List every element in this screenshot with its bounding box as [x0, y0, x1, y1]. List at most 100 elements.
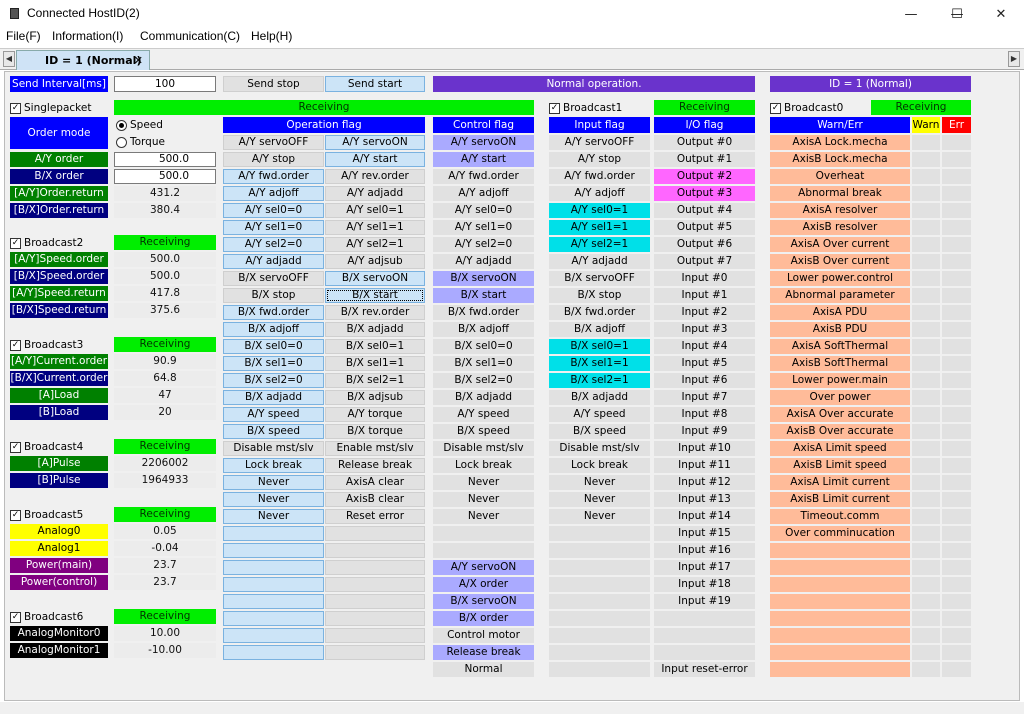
- broadcast6-row-label: AnalogMonitor1: [10, 643, 108, 658]
- tab-close-icon[interactable]: ✕: [134, 51, 143, 70]
- singlepacket-checkbox[interactable]: ✓ Singlepacket: [10, 102, 91, 114]
- broadcast4-checkbox[interactable]: ✓ Broadcast4: [10, 441, 83, 453]
- control-flag-cell: A/Y speed: [433, 407, 534, 422]
- operation-flag-button[interactable]: [325, 628, 425, 643]
- operation-flag-button[interactable]: A/Y adjoff: [223, 186, 324, 201]
- operation-flag-button[interactable]: [223, 543, 324, 558]
- operation-flag-button[interactable]: [223, 594, 324, 609]
- warn-err-cell: [770, 560, 910, 575]
- menu-help[interactable]: Help(H): [251, 28, 292, 44]
- operation-flag-button[interactable]: Reset error: [325, 509, 425, 524]
- operation-flag-button[interactable]: B/X rev.order: [325, 305, 425, 320]
- broadcast3-checkbox[interactable]: ✓ Broadcast3: [10, 339, 83, 351]
- minimize-button-2[interactable]: —: [888, 0, 934, 28]
- operation-flag-button[interactable]: A/Y sel0=0: [223, 203, 324, 218]
- operation-flag-button[interactable]: A/Y sel1=1: [325, 220, 425, 235]
- operation-flag-button[interactable]: B/X sel1=1: [325, 356, 425, 371]
- operation-flag-button[interactable]: B/X sel0=0: [223, 339, 324, 354]
- menu-file[interactable]: File(F): [6, 28, 41, 44]
- operation-flag-button[interactable]: B/X start: [325, 288, 425, 303]
- operation-flag-button[interactable]: A/Y sel0=1: [325, 203, 425, 218]
- send-interval-input[interactable]: 100: [114, 76, 216, 92]
- operation-flag-button[interactable]: B/X sel2=0: [223, 373, 324, 388]
- operation-flag-button[interactable]: A/Y adjadd: [223, 254, 324, 269]
- operation-flag-button[interactable]: Disable mst/slv: [223, 441, 324, 456]
- operation-flag-button[interactable]: A/Y fwd.order: [223, 169, 324, 184]
- tab-scroll-right-icon[interactable]: ▶: [1008, 51, 1020, 67]
- operation-flag-button[interactable]: B/X adjsub: [325, 390, 425, 405]
- operation-flag-button[interactable]: B/X servoON: [325, 271, 425, 286]
- order-input[interactable]: 500.0: [114, 169, 216, 184]
- operation-flag-button[interactable]: A/Y rev.order: [325, 169, 425, 184]
- operation-flag-button[interactable]: [325, 543, 425, 558]
- operation-flag-button[interactable]: A/Y servoOFF: [223, 135, 324, 150]
- operation-flag-button[interactable]: Release break: [325, 458, 425, 473]
- operation-flag-button[interactable]: Never: [223, 509, 324, 524]
- broadcast2-checkbox[interactable]: ✓ Broadcast2: [10, 237, 83, 249]
- operation-flag-button[interactable]: A/Y torque: [325, 407, 425, 422]
- operation-flag-button[interactable]: A/Y sel1=0: [223, 220, 324, 235]
- operation-flag-button[interactable]: B/X sel1=0: [223, 356, 324, 371]
- operation-flag-button[interactable]: A/Y servoON: [325, 135, 425, 150]
- broadcast5-receiving: Receiving: [114, 507, 216, 522]
- control-flag-cell: B/X order: [433, 611, 534, 626]
- broadcast5-checkbox[interactable]: ✓ Broadcast5: [10, 509, 83, 521]
- broadcast0-checkbox[interactable]: ✓ Broadcast0: [770, 102, 843, 114]
- send-start-button[interactable]: Send start: [325, 76, 425, 92]
- menu-information[interactable]: Information(I): [52, 28, 123, 44]
- maximize-button[interactable]: ☐: [934, 0, 980, 28]
- tab-scroll-left-icon[interactable]: ◀: [3, 51, 15, 67]
- operation-flag-button[interactable]: [223, 611, 324, 626]
- operation-flag-button[interactable]: [325, 577, 425, 592]
- broadcast4-row-label: [A]Pulse: [10, 456, 108, 471]
- broadcast6-checkbox[interactable]: ✓ Broadcast6: [10, 611, 83, 623]
- tab-id1[interactable]: ID = 1 (Normal) ✕: [16, 50, 150, 70]
- operation-flag-button[interactable]: Lock break: [223, 458, 324, 473]
- operation-flag-button[interactable]: [325, 594, 425, 609]
- operation-flag-button[interactable]: Never: [223, 492, 324, 507]
- operation-flag-button[interactable]: B/X fwd.order: [223, 305, 324, 320]
- operation-flag-button[interactable]: AxisA clear: [325, 475, 425, 490]
- send-stop-button[interactable]: Send stop: [223, 76, 324, 92]
- operation-flag-button[interactable]: [325, 645, 425, 660]
- operation-flag-button[interactable]: A/Y adjsub: [325, 254, 425, 269]
- operation-flag-button[interactable]: B/X sel0=1: [325, 339, 425, 354]
- operation-flag-button[interactable]: Never: [223, 475, 324, 490]
- operation-flag-button[interactable]: B/X servoOFF: [223, 271, 324, 286]
- speed-radio[interactable]: Speed: [116, 119, 163, 131]
- close-window-button[interactable]: ✕: [978, 0, 1024, 28]
- operation-flag-button[interactable]: B/X adjadd: [223, 390, 324, 405]
- operation-flag-button[interactable]: Enable mst/slv: [325, 441, 425, 456]
- operation-flag-button[interactable]: B/X adjoff: [223, 322, 324, 337]
- operation-flag-button[interactable]: A/Y sel2=0: [223, 237, 324, 252]
- input-flag-cell: [549, 526, 650, 541]
- control-flag-cell: B/X start: [433, 288, 534, 303]
- operation-flag-button[interactable]: B/X sel2=1: [325, 373, 425, 388]
- torque-radio[interactable]: Torque: [116, 136, 165, 148]
- operation-flag-button[interactable]: B/X torque: [325, 424, 425, 439]
- operation-flag-button[interactable]: [325, 560, 425, 575]
- operation-flag-button[interactable]: [223, 526, 324, 541]
- broadcast1-checkbox[interactable]: ✓ Broadcast1: [549, 102, 622, 114]
- operation-flag-button[interactable]: [223, 628, 324, 643]
- operation-flag-button[interactable]: A/Y start: [325, 152, 425, 167]
- menu-communication[interactable]: Communication(C): [140, 28, 240, 44]
- warn-err-cell: Lower power.main: [770, 373, 910, 388]
- order-input[interactable]: 500.0: [114, 152, 216, 167]
- operation-flag-button[interactable]: B/X speed: [223, 424, 324, 439]
- operation-flag-button[interactable]: A/Y adjadd: [325, 186, 425, 201]
- operation-flag-button[interactable]: [325, 611, 425, 626]
- operation-flag-button[interactable]: B/X stop: [223, 288, 324, 303]
- operation-flag-button[interactable]: [325, 526, 425, 541]
- operation-flag-button[interactable]: [223, 577, 324, 592]
- operation-flag-button[interactable]: A/Y sel2=1: [325, 237, 425, 252]
- operation-flag-button[interactable]: A/Y stop: [223, 152, 324, 167]
- operation-flag-button[interactable]: AxisB clear: [325, 492, 425, 507]
- operation-flag-button[interactable]: A/Y speed: [223, 407, 324, 422]
- operation-flag-button[interactable]: [223, 645, 324, 660]
- err-cell: [942, 407, 971, 422]
- input-flag-cell: A/Y sel1=1: [549, 220, 650, 235]
- operation-flag-button[interactable]: [223, 560, 324, 575]
- broadcast5-row-value: 0.05: [114, 524, 216, 539]
- operation-flag-button[interactable]: B/X adjadd: [325, 322, 425, 337]
